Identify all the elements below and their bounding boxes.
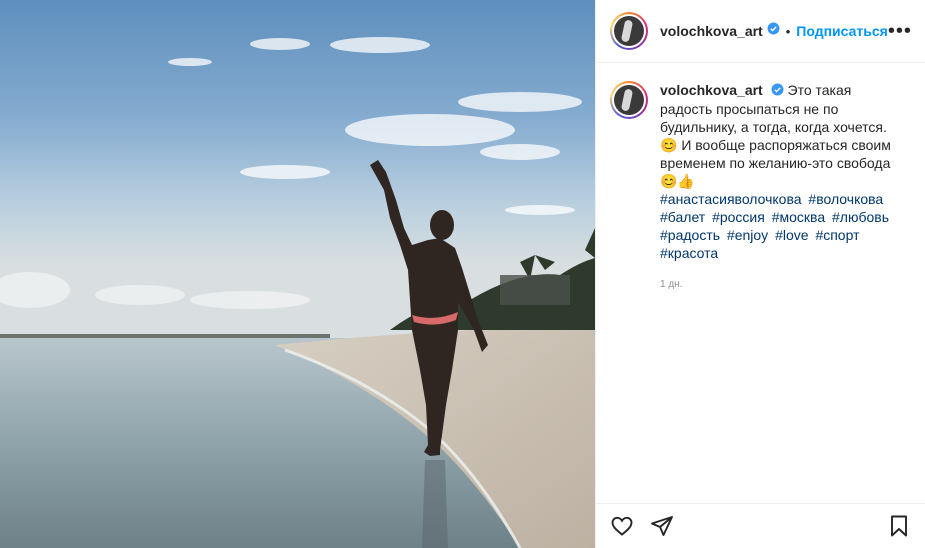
beach-photo (0, 0, 595, 548)
post-photo[interactable] (0, 0, 595, 548)
caption-username[interactable]: volochkova_art (660, 82, 763, 98)
post-side-panel: volochkova_art • Подписаться ••• volochk… (595, 0, 925, 548)
verified-badge-icon (767, 22, 780, 40)
caption-text-block: volochkova_art Это такая радость просыпа… (660, 81, 900, 294)
header-username[interactable]: volochkova_art (660, 23, 763, 39)
hashtag[interactable]: #москва (772, 209, 825, 225)
caption-avatar[interactable] (610, 81, 648, 119)
post-actions-bar (596, 503, 925, 548)
hashtag[interactable]: #enjoy (727, 227, 768, 243)
hashtag[interactable]: #любовь (832, 209, 889, 225)
avatar[interactable] (610, 12, 648, 50)
separator-dot: • (785, 23, 791, 39)
hashtag[interactable]: #волочкова (808, 191, 883, 207)
hashtag[interactable]: #анастасияволочкова (660, 191, 802, 207)
bookmark-icon[interactable] (887, 514, 911, 538)
hashtag[interactable]: #love (775, 227, 808, 243)
hashtag[interactable]: #балет (660, 209, 705, 225)
heart-icon[interactable] (610, 514, 634, 538)
hashtag[interactable]: #красота (660, 245, 718, 261)
verified-badge-icon (771, 82, 784, 100)
follow-button[interactable]: Подписаться (796, 23, 888, 39)
hashtag[interactable]: #радость (660, 227, 720, 243)
instagram-post: volochkova_art • Подписаться ••• volochk… (0, 0, 925, 548)
post-timestamp[interactable]: 1 дн. (660, 276, 900, 294)
hashtag[interactable]: #россия (712, 209, 765, 225)
hashtag-list: #анастасияволочкова #волочкова #балет #р… (660, 190, 900, 262)
hashtag[interactable]: #спорт (815, 227, 859, 243)
more-options-icon[interactable]: ••• (888, 21, 912, 41)
paper-plane-icon[interactable] (650, 514, 674, 538)
caption: volochkova_art Это такая радость просыпа… (596, 63, 925, 294)
post-header: volochkova_art • Подписаться ••• (596, 0, 925, 63)
